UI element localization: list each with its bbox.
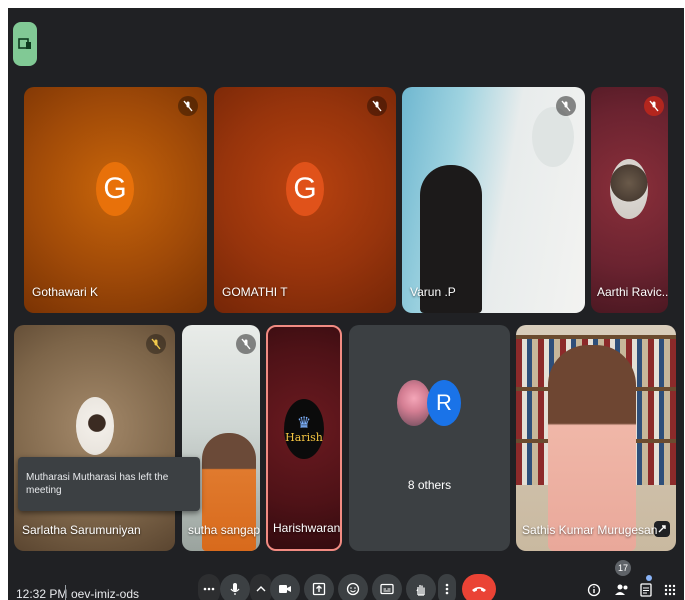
info-icon xyxy=(587,583,601,597)
mic-off-indicator xyxy=(367,96,387,116)
toast-message: Mutharasi Mutharasi has left the meeting xyxy=(26,472,169,496)
camera-button[interactable] xyxy=(270,574,300,600)
participant-tile-sathis[interactable]: Sathis Kumar Murugesan xyxy=(516,325,676,551)
mic-off-indicator xyxy=(146,334,166,354)
layout-icon xyxy=(18,38,31,49)
mic-off-icon xyxy=(372,100,382,112)
participant-name: GOMATHI T xyxy=(222,285,288,299)
left-meeting-toast: Mutharasi Mutharasi has left the meeting xyxy=(18,457,200,511)
present-button[interactable] xyxy=(304,574,334,600)
avatar-logo-text: Harish xyxy=(285,430,323,444)
people-count-badge: 17 xyxy=(615,560,631,576)
others-tile[interactable]: R 8 others xyxy=(349,325,510,551)
mic-off-indicator xyxy=(236,334,256,354)
raise-hand-icon xyxy=(416,585,425,596)
mic-off-icon xyxy=(183,100,193,112)
mic-off-icon xyxy=(241,338,251,350)
captions-button[interactable] xyxy=(372,574,402,600)
avatar xyxy=(76,397,114,455)
activities-button[interactable] xyxy=(658,578,682,600)
mic-off-indicator xyxy=(178,96,198,116)
pin-icon xyxy=(658,525,666,533)
meeting-code: oev-imiz-ods xyxy=(71,587,140,600)
participant-tile-harishwaran[interactable]: ♛ Harish Harishwaran xyxy=(266,325,342,551)
avatar: G xyxy=(286,162,324,216)
mic-off-icon xyxy=(561,100,571,112)
people-icon xyxy=(615,584,628,595)
end-call-button[interactable] xyxy=(462,574,496,600)
meeting-time: 12:32 PM xyxy=(16,587,68,600)
crown-icon: ♛ xyxy=(296,412,312,432)
avatar: G xyxy=(96,162,134,216)
chat-notification-dot xyxy=(646,575,652,581)
more-vertical-icon xyxy=(445,583,449,595)
participant-tile-sarlatha[interactable]: Sarlatha Sarumuniyan xyxy=(14,325,175,551)
participant-name: Sathis Kumar Murugesan xyxy=(522,523,658,537)
mic-off-indicator xyxy=(644,96,664,116)
participant-tile-gothawari[interactable]: G Gothawari K xyxy=(24,87,207,313)
chat-icon xyxy=(640,583,652,597)
emoji-icon xyxy=(346,582,360,596)
participant-tile-aarthi[interactable]: Aarthi Ravic... xyxy=(591,87,668,313)
mic-icon xyxy=(230,583,240,595)
mic-off-icon xyxy=(649,100,659,112)
end-call-icon xyxy=(472,587,486,592)
more-audio-options-button[interactable] xyxy=(198,574,220,600)
mic-button[interactable] xyxy=(220,574,250,600)
others-count-label: 8 others xyxy=(407,478,452,492)
meeting-details-button[interactable] xyxy=(582,578,606,600)
participant-name: sutha sangap... xyxy=(188,523,260,537)
captions-icon xyxy=(380,583,394,595)
avatar xyxy=(610,159,648,219)
participant-name: Harishwaran xyxy=(273,521,341,535)
participant-name: Aarthi Ravic... xyxy=(597,285,668,299)
participant-name: Sarlatha Sarumuniyan xyxy=(22,523,141,537)
participant-name: Varun .P xyxy=(410,285,456,299)
camera-icon xyxy=(279,585,291,593)
more-horizontal-icon xyxy=(203,587,215,591)
activities-icon xyxy=(664,584,676,596)
more-options-button[interactable] xyxy=(438,574,456,600)
emoji-button[interactable] xyxy=(338,574,368,600)
present-icon xyxy=(312,582,326,596)
avatar: ♛ Harish xyxy=(284,399,324,459)
avatar: R xyxy=(427,380,461,426)
participant-tile-varun[interactable]: Varun .P xyxy=(402,87,585,313)
mic-off-indicator xyxy=(556,96,576,116)
mic-off-icon xyxy=(151,338,161,350)
chevron-up-icon xyxy=(256,586,266,592)
layout-button[interactable] xyxy=(13,22,37,66)
participant-name: Gothawari K xyxy=(32,285,99,299)
meeting-stage: G Gothawari K G GOMATHI T Varun .P Aarth… xyxy=(8,8,684,600)
participant-tile-gomathi[interactable]: G GOMATHI T xyxy=(214,87,396,313)
participant-tile-sutha[interactable]: sutha sangap... xyxy=(182,325,260,551)
video-person xyxy=(548,345,636,551)
raise-hand-button[interactable] xyxy=(406,574,436,600)
chat-button[interactable] xyxy=(634,578,658,600)
divider xyxy=(65,585,66,600)
camera-options-button[interactable] xyxy=(250,574,272,600)
video-background xyxy=(532,107,574,167)
people-button[interactable] xyxy=(610,578,634,600)
avatar xyxy=(397,380,431,426)
